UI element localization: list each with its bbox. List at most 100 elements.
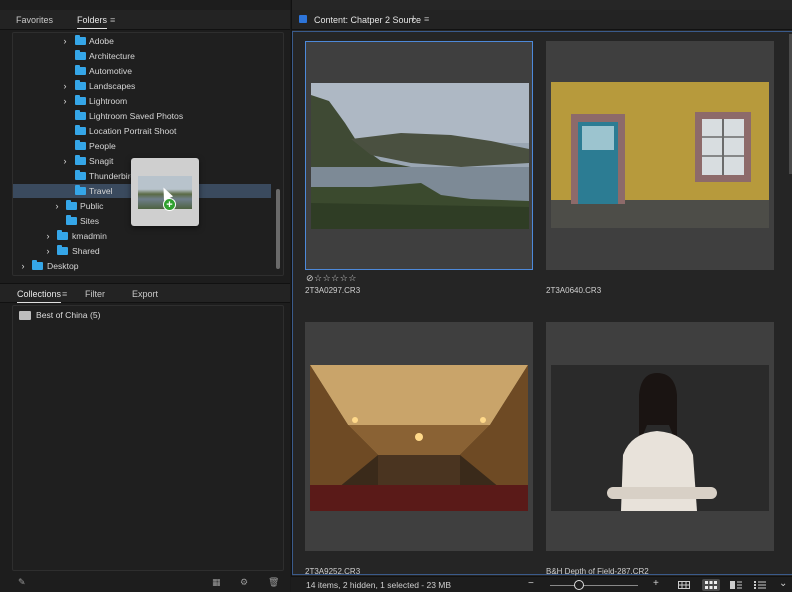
tab-favorites[interactable]: Favorites — [16, 15, 53, 25]
thumbnail-card[interactable] — [305, 41, 533, 270]
folder-icon — [75, 125, 86, 135]
folder-label: Sites — [80, 216, 100, 226]
folder-label: Location Portrait Shoot — [89, 126, 177, 136]
zoom-slider-track[interactable] — [550, 585, 638, 586]
folder-tree: › Adobe Architecture Automotive › Landsc… — [12, 32, 284, 276]
new-collection-icon[interactable]: ▦ — [212, 577, 221, 588]
folder-row-lightroom[interactable]: › Lightroom — [13, 94, 271, 108]
status-text: 14 items, 2 hidden, 1 selected - 23 MB — [306, 580, 452, 590]
tab-filter[interactable]: Filter — [85, 289, 105, 299]
star-rating[interactable]: ⊘☆☆☆☆☆ — [306, 273, 357, 284]
thumbnail-card[interactable] — [546, 322, 774, 551]
chevron-right-icon[interactable]: › — [44, 244, 52, 258]
zoom-out-icon[interactable]: − — [528, 578, 534, 589]
collections-toolbar: ✎ ▦ ⚙ 🗑 — [0, 574, 290, 592]
chevron-right-icon[interactable]: › — [61, 34, 69, 48]
folder-label: Snagit — [89, 156, 114, 166]
status-bar: 14 items, 2 hidden, 1 selected - 23 MB −… — [291, 576, 792, 592]
folder-label: Landscapes — [89, 81, 136, 91]
zoom-in-icon[interactable]: + — [653, 578, 659, 589]
zoom-slider-knob[interactable] — [574, 580, 584, 590]
folder-row-architecture[interactable]: Architecture — [13, 49, 271, 63]
add-tab-icon[interactable]: + — [410, 13, 416, 25]
folder-icon — [32, 260, 43, 270]
folder-icon — [66, 200, 77, 210]
collection-item[interactable]: Best of China (5) — [19, 310, 101, 321]
folder-label: People — [89, 141, 116, 151]
folder-label: Architecture — [89, 51, 135, 61]
folder-row-adobe[interactable]: › Adobe — [13, 34, 271, 48]
chevron-right-icon[interactable]: › — [61, 94, 69, 108]
chevron-right-icon[interactable]: › — [61, 154, 69, 168]
folder-icon — [75, 110, 86, 120]
collections-panel-tabs: Collections ≡ Filter Export — [0, 283, 290, 303]
thumbnail-filename: 2T3A9252.CR3 — [305, 567, 361, 576]
panel-color-icon — [299, 15, 307, 23]
tab-collections[interactable]: Collections — [17, 289, 62, 303]
grid-lock-button[interactable] — [675, 579, 693, 591]
folder-row-location-portrait-shoot[interactable]: Location Portrait Shoot — [13, 124, 271, 138]
content-panel: Content: Chatper 2 Source + ≡ ⊘☆☆☆☆☆ 2T3… — [291, 0, 792, 592]
folder-icon — [75, 155, 86, 165]
folder-row-landscapes[interactable]: › Landscapes — [13, 79, 271, 93]
folder-label: Lightroom — [89, 96, 128, 106]
folder-label: Shared — [72, 246, 100, 256]
thumbnail-grid: ⊘☆☆☆☆☆ 2T3A0297.CR3 2T3A0640.CR3 2T3A925… — [292, 31, 792, 576]
folder-icon — [75, 35, 86, 45]
folder-row-people[interactable]: People — [13, 139, 271, 153]
folder-scrollbar[interactable] — [276, 189, 280, 269]
folder-row-desktop[interactable]: › Desktop — [13, 259, 271, 273]
thumbnail-image-coast — [311, 83, 529, 229]
folder-row-lightroom-saved-photos[interactable]: Lightroom Saved Photos — [13, 109, 271, 123]
chevron-right-icon[interactable]: › — [61, 79, 69, 93]
tab-folders[interactable]: Folders — [77, 15, 108, 29]
folder-icon — [75, 95, 86, 105]
thumbnail-card[interactable] — [546, 41, 774, 270]
list-view-button[interactable] — [751, 579, 769, 591]
folder-label: Automotive — [89, 66, 132, 76]
content-title: Content: Chatper 2 Source — [314, 15, 422, 25]
chevron-right-icon[interactable]: › — [19, 259, 27, 273]
thumbnail-filename: 2T3A0640.CR3 — [546, 286, 602, 295]
folder-label: Public — [80, 201, 104, 211]
folder-icon — [75, 140, 86, 150]
folder-label: Lightroom Saved Photos — [89, 111, 184, 121]
tab-export[interactable]: Export — [132, 289, 158, 299]
folder-icon — [57, 245, 68, 255]
folders-menu-icon[interactable]: ≡ — [110, 15, 115, 25]
pencil-icon[interactable]: ✎ — [18, 577, 26, 588]
folder-row-shared[interactable]: › Shared — [13, 244, 271, 258]
content-menu-icon[interactable]: ≡ — [424, 14, 429, 24]
folder-row-automotive[interactable]: Automotive — [13, 64, 271, 78]
folder-icon — [75, 170, 86, 180]
chevron-down-icon[interactable]: ⌄ — [779, 578, 787, 589]
folder-panel-tabs: Favorites Folders ≡ — [0, 10, 290, 30]
folder-label: Desktop — [47, 261, 79, 271]
folder-icon — [75, 185, 86, 195]
folder-label: kmadmin — [72, 231, 107, 241]
folder-icon — [66, 215, 77, 225]
folder-icon — [75, 80, 86, 90]
folder-label: Thunderbird — [89, 171, 136, 181]
folder-row-kmadmin[interactable]: › kmadmin — [13, 229, 271, 243]
folder-icon — [75, 50, 86, 60]
details-view-button[interactable] — [727, 579, 745, 591]
thumbnail-image-theater — [310, 365, 528, 511]
chevron-right-icon[interactable]: › — [44, 229, 52, 243]
thumbnail-image-portrait — [551, 365, 769, 511]
content-header: Content: Chatper 2 Source + ≡ — [292, 10, 792, 30]
thumbnail-card[interactable] — [305, 322, 533, 551]
smart-collection-icon[interactable]: ⚙ — [240, 577, 248, 588]
trash-icon[interactable]: 🗑 — [268, 577, 279, 588]
thumbnail-filename: 2T3A0297.CR3 — [305, 286, 361, 295]
collections-list: Best of China (5) — [12, 305, 284, 571]
left-panel: Favorites Folders ≡ › Adobe Architecture… — [0, 0, 290, 592]
folder-label: Adobe — [89, 36, 114, 46]
collection-icon — [19, 311, 31, 321]
thumbnail-view-button[interactable] — [702, 579, 720, 591]
thumbnail-filename: B&H Depth of Field-287.CR2 — [546, 567, 649, 576]
collection-label: Best of China (5) — [36, 310, 101, 320]
collections-menu-icon[interactable]: ≡ — [62, 289, 67, 299]
folder-icon — [75, 65, 86, 75]
chevron-right-icon[interactable]: › — [53, 199, 61, 213]
